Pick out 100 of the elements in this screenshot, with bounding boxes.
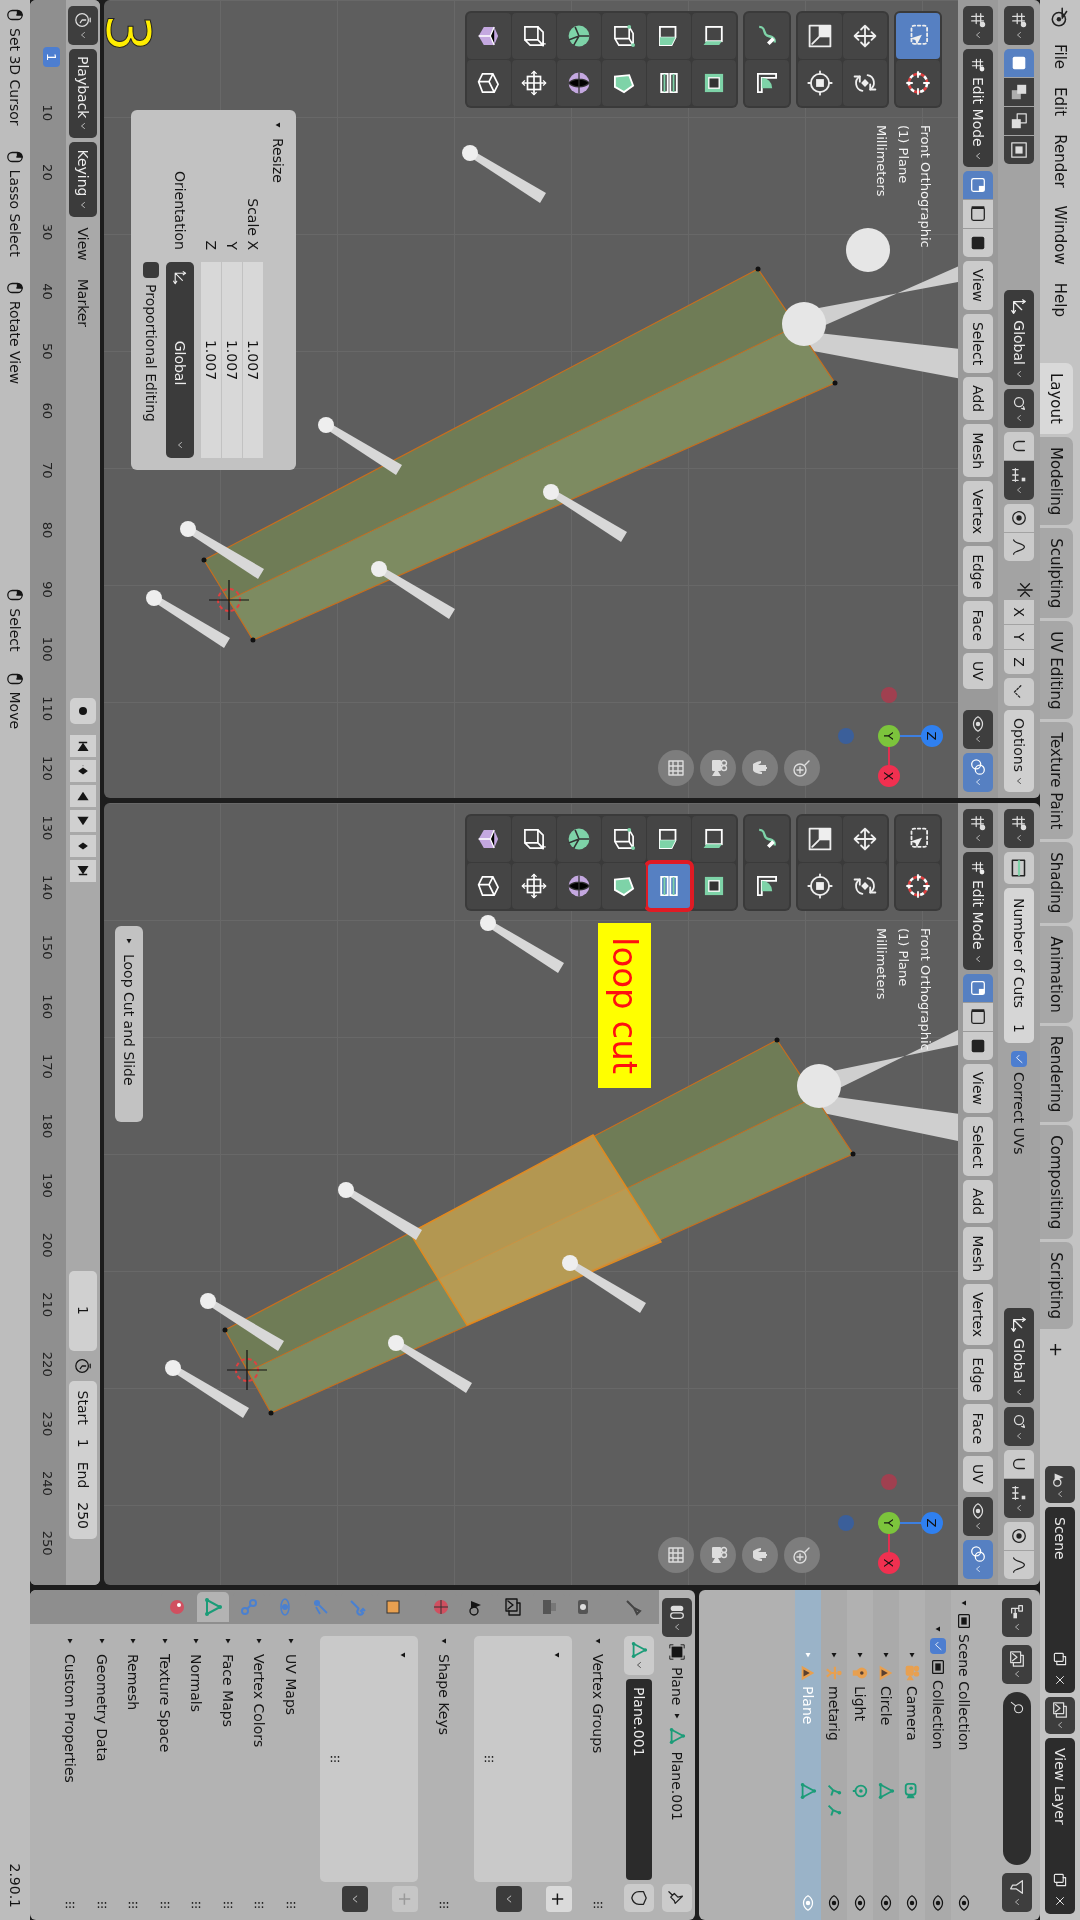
add-button[interactable]: + [546, 1886, 572, 1912]
number-field[interactable]: 1.007 [201, 262, 221, 458]
workspace-tab[interactable]: Compositing [1040, 1125, 1073, 1240]
field-label: Y [224, 240, 240, 250]
panel-header[interactable]: Texture Space [153, 1636, 177, 1912]
header-menu[interactable]: Add [963, 377, 993, 421]
workspace-tab[interactable]: UV Editing [1040, 621, 1073, 720]
header-menu[interactable]: UV [963, 1456, 993, 1492]
panel-header[interactable]: Geometry Data [90, 1636, 114, 1912]
header-menu[interactable]: View [963, 260, 993, 310]
header-menu[interactable]: Select [963, 313, 993, 374]
panel-header[interactable]: Resize [266, 120, 290, 458]
axis-label: Z [924, 1518, 939, 1528]
outliner-row[interactable]: Light [847, 1590, 873, 1920]
outliner-item-label[interactable]: Circle [878, 1686, 894, 1778]
navigation-gizmo[interactable]: Z Y X [838, 1474, 943, 1574]
header-menu[interactable]: Face [963, 1404, 993, 1453]
axis-toggle[interactable]: Y [1004, 624, 1034, 649]
axis-label: Y [881, 1519, 896, 1527]
workspace-tab[interactable]: Rendering [1040, 1025, 1073, 1123]
mode-dropdown[interactable]: Edit Mode [963, 49, 993, 167]
frame-number: 210 [40, 1291, 56, 1320]
panel-header[interactable]: Vertex Colors [247, 1636, 272, 1912]
number-field[interactable]: 1.007 [222, 262, 242, 458]
mode-dropdown[interactable]: Edit Mode [963, 852, 993, 970]
add-workspace-button[interactable]: + [1040, 1332, 1073, 1368]
panel-header[interactable]: Custom Properties [58, 1636, 83, 1912]
frame-number: 230 [40, 1410, 56, 1439]
number-field[interactable]: 1.007 [243, 262, 263, 458]
menu-item[interactable]: Help [1047, 274, 1073, 325]
frame-number: 120 [40, 754, 56, 783]
navigation-gizmo[interactable]: Z Y X [838, 687, 943, 787]
frame-number: 50 [40, 341, 56, 362]
menu-item[interactable]: Edit [1047, 79, 1073, 125]
header-menu[interactable]: Edge [963, 546, 993, 598]
dropdown-button[interactable]: Global [1004, 290, 1034, 385]
orientation-dropdown[interactable]: Global [166, 262, 194, 458]
axis-toggle[interactable]: Z [1004, 649, 1034, 674]
outliner-item-label[interactable]: metarig [826, 1686, 842, 1778]
frame-number: 20 [40, 163, 56, 183]
field-label: Number of Cuts [1011, 898, 1027, 1009]
workspace-tab[interactable]: Scripting [1040, 1242, 1073, 1330]
checkbox-toggle[interactable]: Proportional Editing [141, 262, 161, 458]
datablock-name-field[interactable]: Plane.001 [626, 1679, 652, 1880]
dropdown-button[interactable]: Global [1004, 1308, 1034, 1403]
header-menu[interactable]: View [963, 1063, 993, 1113]
header-menu[interactable]: Vertex [963, 1284, 993, 1346]
outliner-item-label[interactable]: Light [852, 1686, 868, 1778]
panel-header[interactable]: Normals [184, 1636, 209, 1912]
header-menu[interactable]: Mesh [963, 424, 993, 478]
checkbox-toggle[interactable]: Correct UVs [1011, 1047, 1027, 1159]
workspace-tab[interactable]: Sculpting [1040, 528, 1073, 619]
panel-header[interactable]: Shape Keys [432, 1636, 457, 1912]
frame-range-field[interactable]: Start 1 End 250 [69, 1380, 97, 1539]
axis-toggle[interactable]: X [1004, 599, 1034, 624]
outliner-row[interactable]: Scene Collection [951, 1590, 977, 1920]
workspace-tab[interactable]: Modeling [1040, 436, 1073, 526]
workspace-tab[interactable]: Texture Paint [1040, 722, 1073, 840]
header-menu[interactable]: Face [963, 601, 993, 650]
header-menu[interactable]: Select [963, 1116, 993, 1177]
outliner-row[interactable]: Collection [925, 1590, 951, 1920]
outliner-item-label[interactable]: Collection [930, 1680, 946, 1772]
panel-header[interactable]: Face Maps [216, 1636, 240, 1912]
header-menu[interactable]: Marker [69, 271, 97, 335]
outliner-item-label[interactable]: Scene Collection [956, 1634, 972, 1751]
dropdown-button[interactable]: Keying [69, 142, 97, 217]
header-menu[interactable]: Vertex [963, 481, 993, 543]
header-menu[interactable]: Edge [963, 1349, 993, 1401]
outliner-row[interactable]: Camera [899, 1590, 925, 1920]
operator-panel[interactable]: Loop Cut and Slide [115, 926, 143, 1122]
frame-number: 90 [40, 580, 56, 600]
menu-item[interactable]: Render [1047, 126, 1073, 196]
panel-header[interactable]: Remesh [121, 1636, 146, 1912]
frame-number: 130 [40, 814, 56, 843]
outliner-row[interactable]: metarig [821, 1590, 847, 1920]
scene-field[interactable]: Scene [1045, 1507, 1075, 1693]
menu-item[interactable]: Window [1047, 197, 1073, 273]
workspace-tab[interactable]: Shading [1040, 842, 1073, 924]
view-layer-field[interactable]: View Layer [1045, 1738, 1075, 1914]
playhead-marker[interactable]: 1 [43, 47, 60, 68]
number-field[interactable]: 1 [1011, 1024, 1027, 1033]
workspace-tab[interactable]: Layout [1040, 362, 1073, 434]
current-frame-field[interactable]: 1 [69, 1270, 97, 1351]
frame-number: 140 [40, 874, 56, 902]
header-menu[interactable]: UV [963, 653, 993, 689]
menu-item[interactable]: File [1047, 36, 1073, 78]
panel-header[interactable]: UV Maps [279, 1636, 303, 1912]
panel-header[interactable]: Vertex Groups [586, 1636, 610, 1912]
field-label: Scale X [245, 197, 261, 250]
outliner-row[interactable]: Circle [873, 1590, 899, 1920]
viewport-info-text: (1) Plane [895, 928, 912, 987]
header-menu[interactable]: Mesh [963, 1227, 993, 1281]
frame-number: 100 [40, 635, 56, 664]
dropdown-button[interactable]: Options [1004, 709, 1034, 792]
header-menu[interactable]: View [69, 220, 97, 268]
viewport-info-text: Millimeters [873, 928, 890, 1000]
header-menu[interactable]: Add [963, 1180, 993, 1224]
dropdown-button[interactable]: Playback [69, 49, 97, 139]
workspace-tab[interactable]: Animation [1040, 926, 1073, 1023]
outliner-item-label[interactable]: Camera [904, 1686, 920, 1778]
